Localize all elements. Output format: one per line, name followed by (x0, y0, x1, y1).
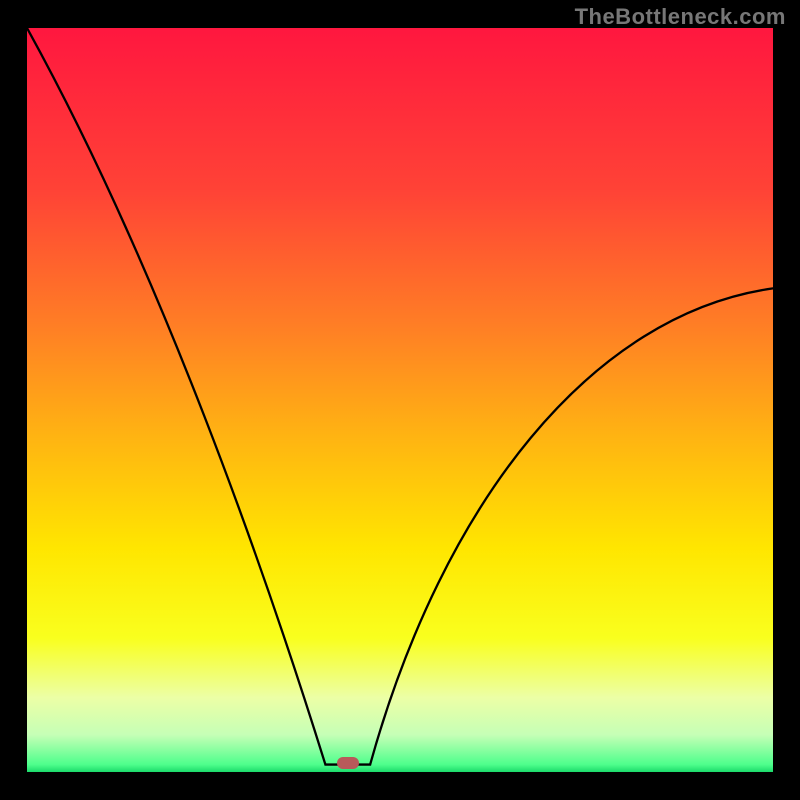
source-label: TheBottleneck.com (575, 4, 786, 30)
bottleneck-curve (27, 28, 773, 772)
optimum-marker (337, 757, 359, 769)
plot-area (27, 28, 773, 772)
chart-container: TheBottleneck.com (0, 0, 800, 800)
